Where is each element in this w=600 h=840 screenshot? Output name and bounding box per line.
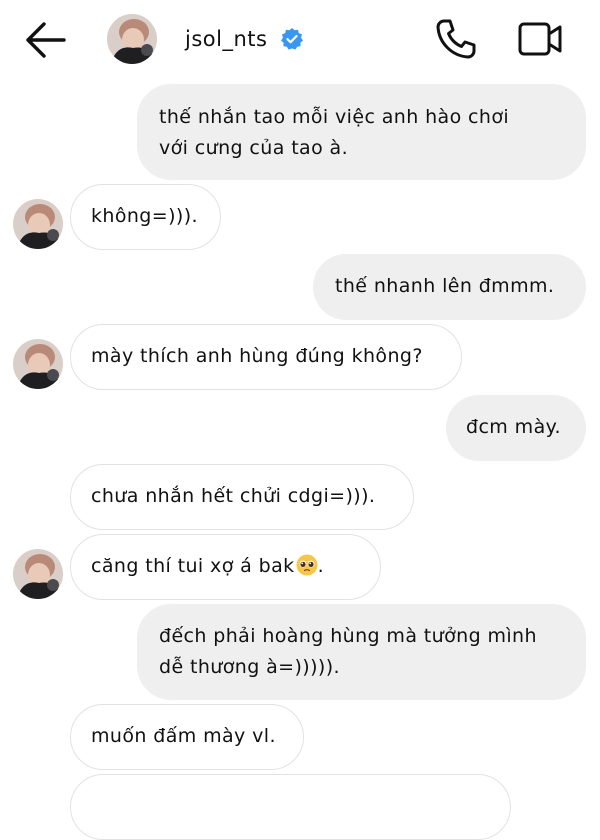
profile-photo [13, 339, 63, 389]
audio-call-button[interactable] [434, 17, 478, 61]
chat-header: jsol_nts [0, 0, 600, 78]
contact-username[interactable]: jsol_nts [185, 24, 267, 54]
profile-photo [13, 199, 63, 249]
incoming-message-partial[interactable] [70, 774, 511, 840]
incoming-message[interactable]: muốn đấm mày vl. [70, 704, 304, 770]
message-line: không=))). [91, 205, 198, 227]
message-line: dễ thương à=))))). [159, 656, 340, 678]
contact-avatar[interactable] [107, 14, 157, 64]
pleading-face-emoji [296, 554, 318, 576]
verified-badge [280, 27, 304, 51]
video-call-button[interactable] [516, 19, 564, 59]
profile-photo [107, 14, 157, 64]
message-line: đcm mày. [466, 416, 561, 438]
incoming-message[interactable]: căng thí tui xợ á bak . [70, 534, 381, 600]
message-line: mày thích anh hùng đúng không? [91, 345, 423, 367]
message-text: căng thí tui xợ á bak [91, 555, 295, 577]
back-button[interactable] [24, 22, 68, 58]
message-line: với cưng của tao à. [159, 137, 349, 159]
outgoing-message[interactable]: thế nhắn tao mỗi việc anh hào chơi với c… [137, 84, 586, 180]
message-text: . [317, 555, 325, 577]
message-line: thế nhanh lên đmmm. [335, 275, 555, 297]
arrow-left-icon [26, 22, 66, 58]
incoming-message[interactable]: không=))). [70, 184, 221, 250]
contact-avatar-small[interactable] [13, 549, 63, 599]
verified-badge-icon [281, 28, 303, 50]
message-line: thế nhắn tao mỗi việc anh hào chơi [159, 106, 510, 128]
message-line: muốn đấm mày vl. [91, 725, 276, 747]
message-line: đếch phải hoàng hùng mà tưởng mình [159, 625, 537, 647]
message-line: căng thí tui xợ á bak . [91, 551, 380, 582]
outgoing-message[interactable]: thế nhanh lên đmmm. [313, 254, 586, 320]
phone-icon [436, 19, 476, 59]
incoming-message[interactable]: mày thích anh hùng đúng không? [70, 324, 462, 390]
outgoing-message[interactable]: đếch phải hoàng hùng mà tưởng mình dễ th… [137, 604, 586, 700]
video-camera-icon [518, 22, 562, 56]
contact-avatar-small[interactable] [13, 199, 63, 249]
message-line: chưa nhắn hết chửi cdgi=))). [91, 485, 376, 507]
incoming-message[interactable]: chưa nhắn hết chửi cdgi=))). [70, 464, 414, 530]
outgoing-message[interactable]: đcm mày. [446, 395, 586, 461]
contact-avatar-small[interactable] [13, 339, 63, 389]
profile-photo [13, 549, 63, 599]
